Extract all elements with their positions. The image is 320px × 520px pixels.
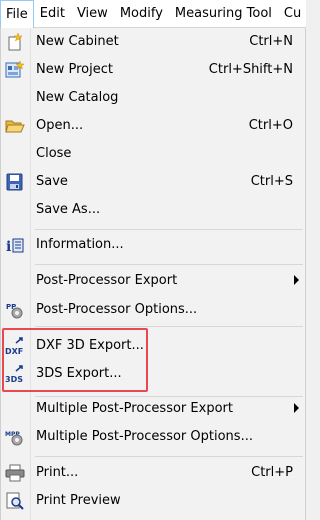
menu-item-open[interactable]: Open... Ctrl+O — [1, 112, 305, 140]
menu-item-multiple-post-processor-options[interactable]: MPP Multiple Post-Processor Options... — [1, 423, 305, 451]
menu-item-save-as[interactable]: Save As... — [1, 196, 305, 224]
menu-edit[interactable]: Edit — [34, 0, 71, 27]
menu-item-information[interactable]: i Information... — [1, 231, 305, 259]
open-folder-icon — [5, 117, 25, 135]
file-menu-dropdown: New Cabinet Ctrl+N New Project Ctrl+Shif… — [0, 28, 306, 520]
menu-view[interactable]: View — [71, 0, 114, 27]
multiple-post-processor-export-label: Multiple Post-Processor Export — [36, 401, 233, 416]
menu-measuring-tool[interactable]: Measuring Tool — [169, 0, 278, 27]
menu-item-new-project[interactable]: New Project Ctrl+Shift+N — [1, 56, 305, 84]
new-catalog-label: New Catalog — [36, 90, 119, 105]
print-label: Print... — [36, 465, 79, 480]
svg-text:i: i — [6, 239, 11, 254]
menu-bar: File Edit View Modify Measuring Tool Cu — [0, 0, 306, 28]
menu-item-new-cabinet[interactable]: New Cabinet Ctrl+N — [1, 28, 305, 56]
menu-file[interactable]: File — [0, 0, 34, 28]
new-cabinet-shortcut: Ctrl+N — [249, 34, 293, 49]
menu-cut-off[interactable]: Cu — [278, 0, 307, 27]
new-cabinet-label: New Cabinet — [36, 34, 119, 49]
menu-item-post-processor-export[interactable]: Post-Processor Export — [1, 267, 305, 295]
print-preview-label: Print Preview — [36, 493, 121, 508]
menu-item-save[interactable]: Save Ctrl+S — [1, 168, 305, 196]
3ds-export-label: 3DS Export... — [36, 366, 122, 381]
save-disk-icon — [5, 173, 25, 191]
print-shortcut: Ctrl+P — [251, 465, 293, 480]
save-shortcut: Ctrl+S — [250, 174, 293, 189]
new-cabinet-icon — [5, 32, 25, 51]
menu-item-print-preview[interactable]: Print Preview — [1, 487, 305, 515]
menu-separator — [35, 229, 303, 230]
menu-separator — [35, 326, 303, 327]
post-processor-options-icon: PP — [5, 301, 25, 319]
menu-item-3ds-export[interactable]: 3DS 3DS Export... — [1, 360, 305, 388]
print-preview-icon — [5, 492, 25, 510]
save-as-label: Save As... — [36, 202, 101, 217]
multiple-post-processor-options-icon: MPP — [5, 428, 25, 446]
menu-item-close[interactable]: Close — [1, 140, 305, 168]
new-project-shortcut: Ctrl+Shift+N — [208, 62, 293, 77]
post-processor-options-label: Post-Processor Options... — [36, 302, 198, 317]
close-label: Close — [36, 146, 72, 161]
information-label: Information... — [36, 237, 124, 252]
new-project-label: New Project — [36, 62, 113, 77]
menu-item-post-processor-options[interactable]: PP Post-Processor Options... — [1, 296, 305, 324]
menu-separator — [35, 264, 303, 265]
3ds-icon-text: 3DS — [5, 375, 23, 383]
submenu-arrow-icon — [294, 275, 299, 285]
open-shortcut: Ctrl+O — [248, 118, 293, 133]
menu-separator — [35, 456, 303, 457]
3ds-export-icon: 3DS — [5, 365, 25, 384]
new-project-icon — [5, 60, 25, 79]
open-label: Open... — [36, 118, 84, 133]
post-processor-export-label: Post-Processor Export — [36, 273, 178, 288]
information-icon: i — [5, 236, 25, 255]
menu-item-new-catalog[interactable]: New Catalog — [1, 84, 305, 112]
menu-item-print[interactable]: Print... Ctrl+P — [1, 459, 305, 487]
menu-modify[interactable]: Modify — [114, 0, 169, 27]
dxf-icon-text: DXF — [5, 347, 23, 355]
save-label: Save — [36, 174, 68, 189]
menu-item-multiple-post-processor-export[interactable]: Multiple Post-Processor Export — [1, 395, 305, 423]
submenu-arrow-icon — [294, 403, 299, 413]
multiple-post-processor-options-label: Multiple Post-Processor Options... — [36, 429, 253, 444]
dxf-3d-export-label: DXF 3D Export... — [36, 338, 144, 353]
dxf-export-icon: DXF — [5, 337, 25, 356]
menu-item-dxf-3d-export[interactable]: DXF DXF 3D Export... — [1, 332, 305, 360]
printer-icon — [5, 464, 25, 482]
